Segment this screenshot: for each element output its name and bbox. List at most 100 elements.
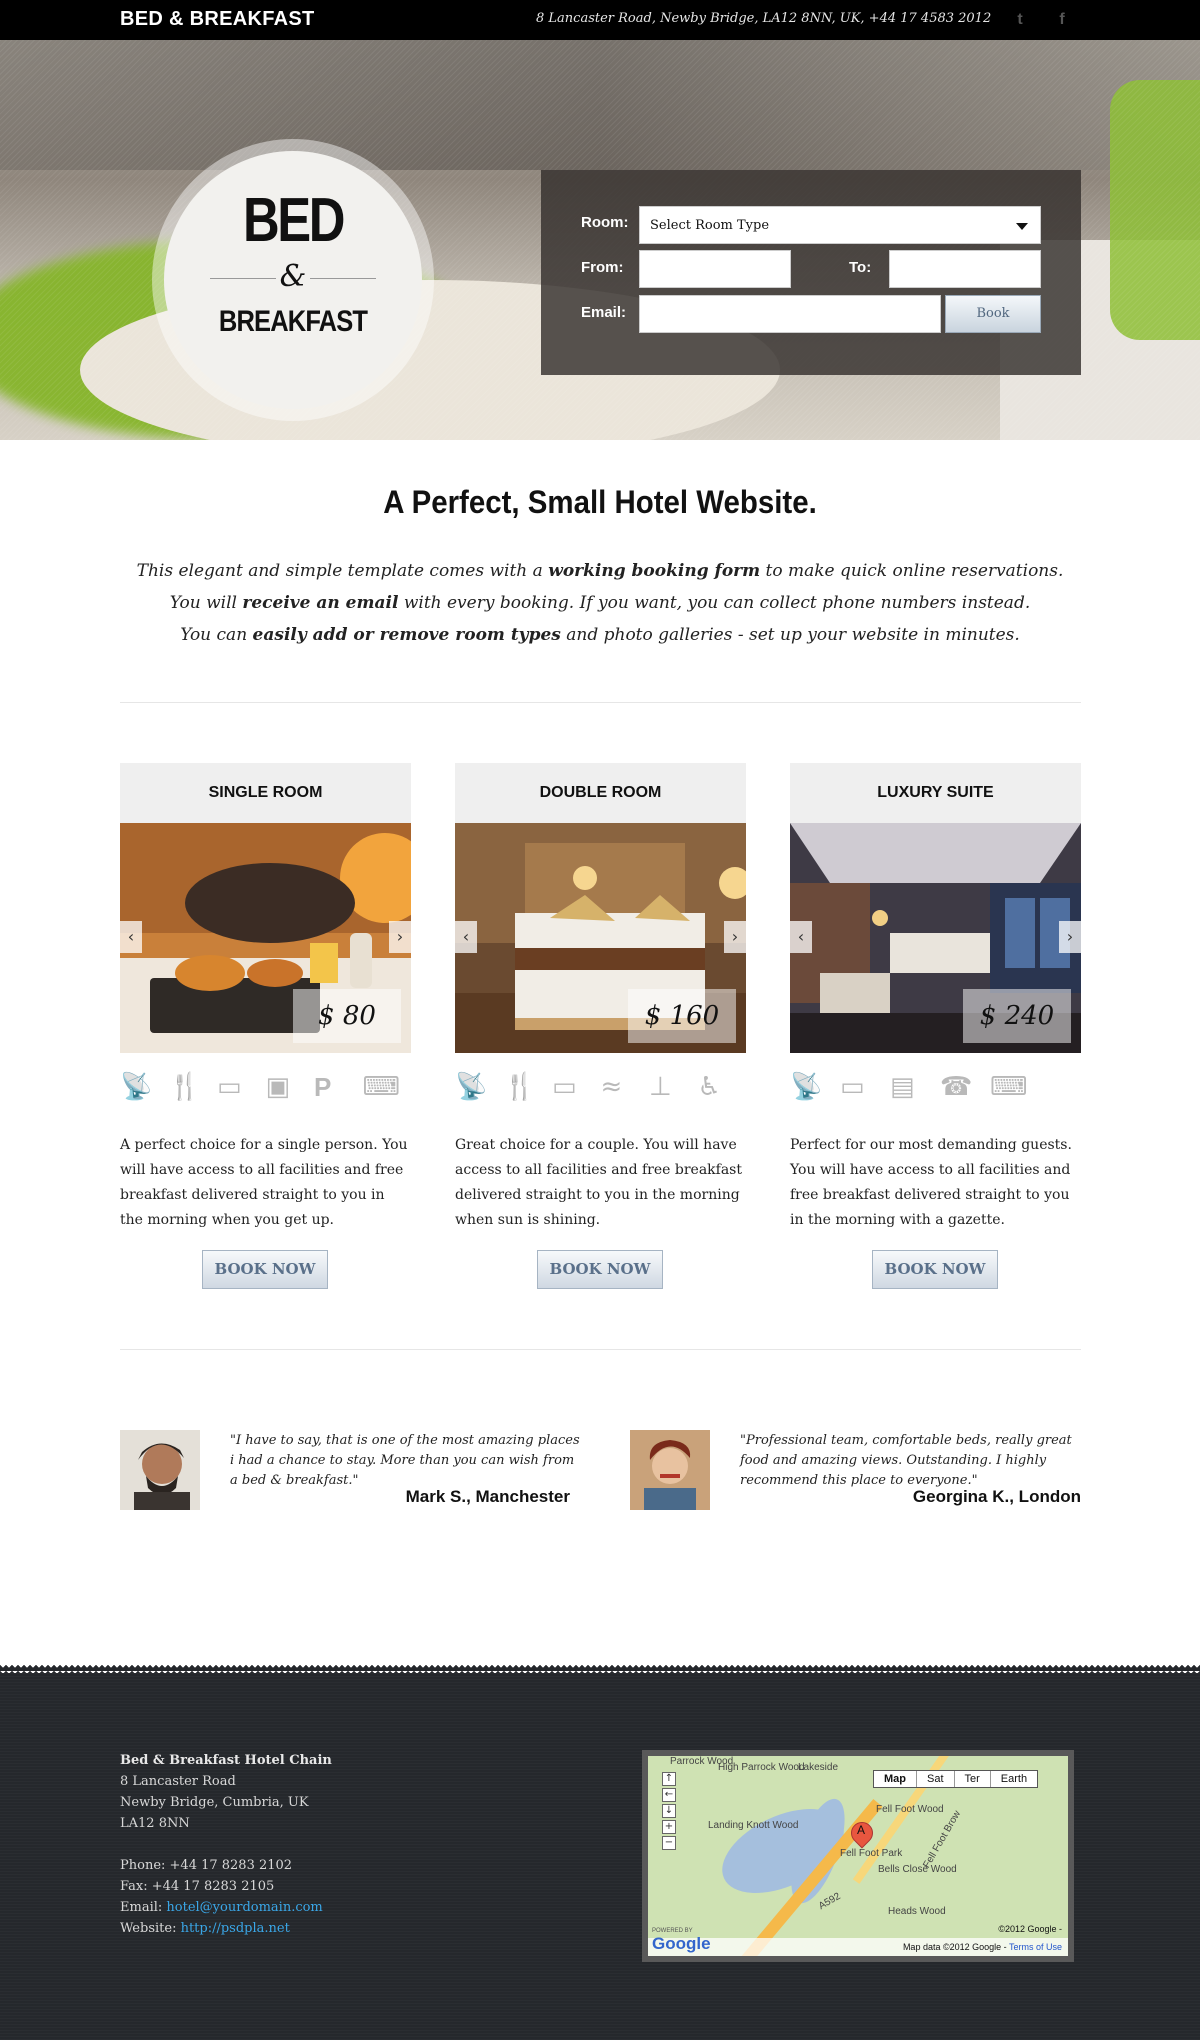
carousel-next-button[interactable]: › [1059, 921, 1081, 953]
room-type-select[interactable]: Select Room Type [639, 206, 1041, 244]
map-canvas[interactable]: Parrock Wood High Parrock Wood Lakeside … [648, 1756, 1068, 1956]
footer: Bed & Breakfast Hotel Chain 8 Lancaster … [0, 1665, 1200, 2040]
avatar [120, 1430, 200, 1510]
address-line: 8 Lancaster Road [120, 1774, 236, 1789]
map-type-tabs: Map Sat Ter Earth [873, 1770, 1039, 1788]
reviewer-photo-mark [120, 1430, 200, 1510]
email-label: Email: [581, 304, 627, 321]
address-line: Newby Bridge, Cumbria, UK [120, 1795, 309, 1810]
address-line: LA12 8NN [120, 1816, 190, 1831]
pan-up-button[interactable]: ↑ [662, 1772, 676, 1786]
from-date-input[interactable] [639, 250, 791, 288]
pan-down-button[interactable]: ↓ [662, 1804, 676, 1818]
satellite-icon: 📡 [790, 1072, 823, 1102]
tv-icon: ▭ [840, 1072, 865, 1102]
top-bar: BED & BREAKFAST 8 Lancaster Road, Newby … [0, 0, 1200, 40]
room-title: LUXURY SUITE [790, 763, 1081, 823]
carousel-prev-button[interactable]: ‹ [790, 921, 812, 953]
pan-left-button[interactable]: ← [662, 1788, 676, 1802]
fax-number: Fax: +44 17 8283 2105 [120, 1879, 275, 1894]
book-button[interactable]: Book [945, 295, 1041, 333]
testimonial-author: Mark S., Manchester [405, 1487, 570, 1506]
carousel-prev-button[interactable]: ‹ [120, 921, 142, 953]
intro-line-3: You can easily add or remove room types … [180, 625, 1020, 645]
zoom-out-button[interactable]: − [662, 1836, 676, 1850]
map-place-label: High Parrock Wood [718, 1762, 805, 1773]
accessible-icon: ♿ [697, 1072, 721, 1102]
book-now-button[interactable]: BOOK NOW [537, 1250, 663, 1289]
carousel-next-button[interactable]: › [724, 921, 746, 953]
testimonial-quote: "Professional team, comfortable beds, re… [740, 1433, 1072, 1488]
map-tab-map[interactable]: Map [874, 1771, 917, 1787]
twitter-icon[interactable]: t [1010, 10, 1030, 30]
footer-zigzag-edge [0, 1665, 1200, 1673]
newspaper-icon: ▤ [890, 1072, 915, 1102]
map-place-label: Fell Foot Brow [921, 1808, 964, 1871]
parking-icon: P [314, 1072, 332, 1102]
hotel-logo: BED & BREAKFAST [164, 151, 422, 409]
room-price: $ 160 [628, 989, 736, 1043]
testimonial-author: Georgina K., London [912, 1487, 1081, 1506]
dining-icon: 🍴 [503, 1072, 536, 1102]
book-now-button[interactable]: BOOK NOW [872, 1250, 998, 1289]
room-price: $ 240 [963, 989, 1071, 1043]
terms-of-use-link[interactable]: Terms of Use [1009, 1942, 1062, 1952]
booking-form: Room: Select Room Type From: To: Email: … [541, 170, 1081, 375]
wifi-laptop-icon: ⌨ [362, 1072, 401, 1102]
map-place-label: Lakeside [798, 1762, 839, 1773]
logo-ampersand: & [279, 259, 307, 294]
tv-icon: ▭ [217, 1072, 242, 1102]
hero-banner: BED & BREAKFAST Room: Select Room Type F… [0, 40, 1200, 440]
amenity-icons: 📡 🍴 ▭ ≈ ⊥ ♿ [455, 1069, 746, 1109]
swimming-icon: ≈ [600, 1072, 623, 1102]
email-input[interactable] [639, 295, 941, 333]
map-tab-earth[interactable]: Earth [991, 1771, 1037, 1787]
room-description: Perfect for our most demanding guests. Y… [790, 1137, 1072, 1228]
email-link[interactable]: hotel@yourdomain.com [166, 1900, 322, 1915]
room-price: $ 80 [293, 989, 401, 1043]
map-marker-label: A [857, 1823, 866, 1837]
google-logo[interactable]: Google [652, 1934, 711, 1954]
map-place-label: Landing Knott Wood [708, 1820, 799, 1831]
room-label: Room: [581, 214, 629, 231]
facebook-icon[interactable]: f [1052, 10, 1072, 30]
satellite-icon: 📡 [120, 1072, 153, 1102]
zoom-in-button[interactable]: + [662, 1820, 676, 1834]
logo-divider-right [310, 278, 376, 279]
site-brand[interactable]: BED & BREAKFAST [120, 8, 315, 31]
room-title: SINGLE ROOM [120, 763, 411, 823]
divider [120, 702, 1081, 703]
room-photo-single: ‹ › $ 80 [120, 823, 411, 1053]
to-date-input[interactable] [889, 250, 1041, 288]
room-photo-double: ‹ › $ 160 [455, 823, 746, 1053]
wifi-laptop-icon: ⌨ [990, 1072, 1028, 1102]
room-title: DOUBLE ROOM [455, 763, 746, 823]
location-map[interactable]: Parrock Wood High Parrock Wood Lakeside … [642, 1750, 1074, 1962]
satellite-icon: 📡 [455, 1072, 488, 1102]
map-place-label: Bells Close Wood [878, 1864, 957, 1875]
map-tab-sat[interactable]: Sat [917, 1771, 955, 1787]
gym-icon: ⊥ [649, 1072, 672, 1102]
intro-title: A Perfect, Small Hotel Website. [383, 484, 817, 520]
website-link[interactable]: http://psdpla.net [181, 1921, 290, 1936]
map-zoom-controls: ↑ ← ↓ + − [662, 1772, 676, 1852]
phone-number: Phone: +44 17 8283 2102 [120, 1858, 293, 1873]
room-description: Great choice for a couple. You will have… [455, 1137, 742, 1228]
book-now-button[interactable]: BOOK NOW [202, 1250, 328, 1289]
room-description: A perfect choice for a single person. Yo… [120, 1137, 408, 1228]
logo-word-bed: BED [243, 186, 345, 255]
map-tab-ter[interactable]: Ter [955, 1771, 991, 1787]
map-data-credit: Map data ©2012 Google - [902, 1942, 1009, 1952]
amenity-icons: 📡 🍴 ▭ ▣ P ⌨ [120, 1069, 411, 1109]
email-row: Email: hotel@yourdomain.com [120, 1900, 323, 1915]
logo-word-breakfast: BREAKFAST [218, 305, 368, 338]
tv-icon: ▭ [552, 1072, 577, 1102]
carousel-prev-button[interactable]: ‹ [455, 921, 477, 953]
carousel-next-button[interactable]: › [389, 921, 411, 953]
testimonial-quote: "I have to say, that is one of the most … [230, 1433, 580, 1488]
laundry-icon: ▣ [265, 1072, 291, 1102]
intro-line-1: This elegant and simple template comes w… [136, 561, 1064, 581]
website-row: Website: http://psdpla.net [120, 1921, 290, 1936]
amenity-icons: 📡 ▭ ▤ ☎ ⌨ [790, 1069, 1081, 1109]
